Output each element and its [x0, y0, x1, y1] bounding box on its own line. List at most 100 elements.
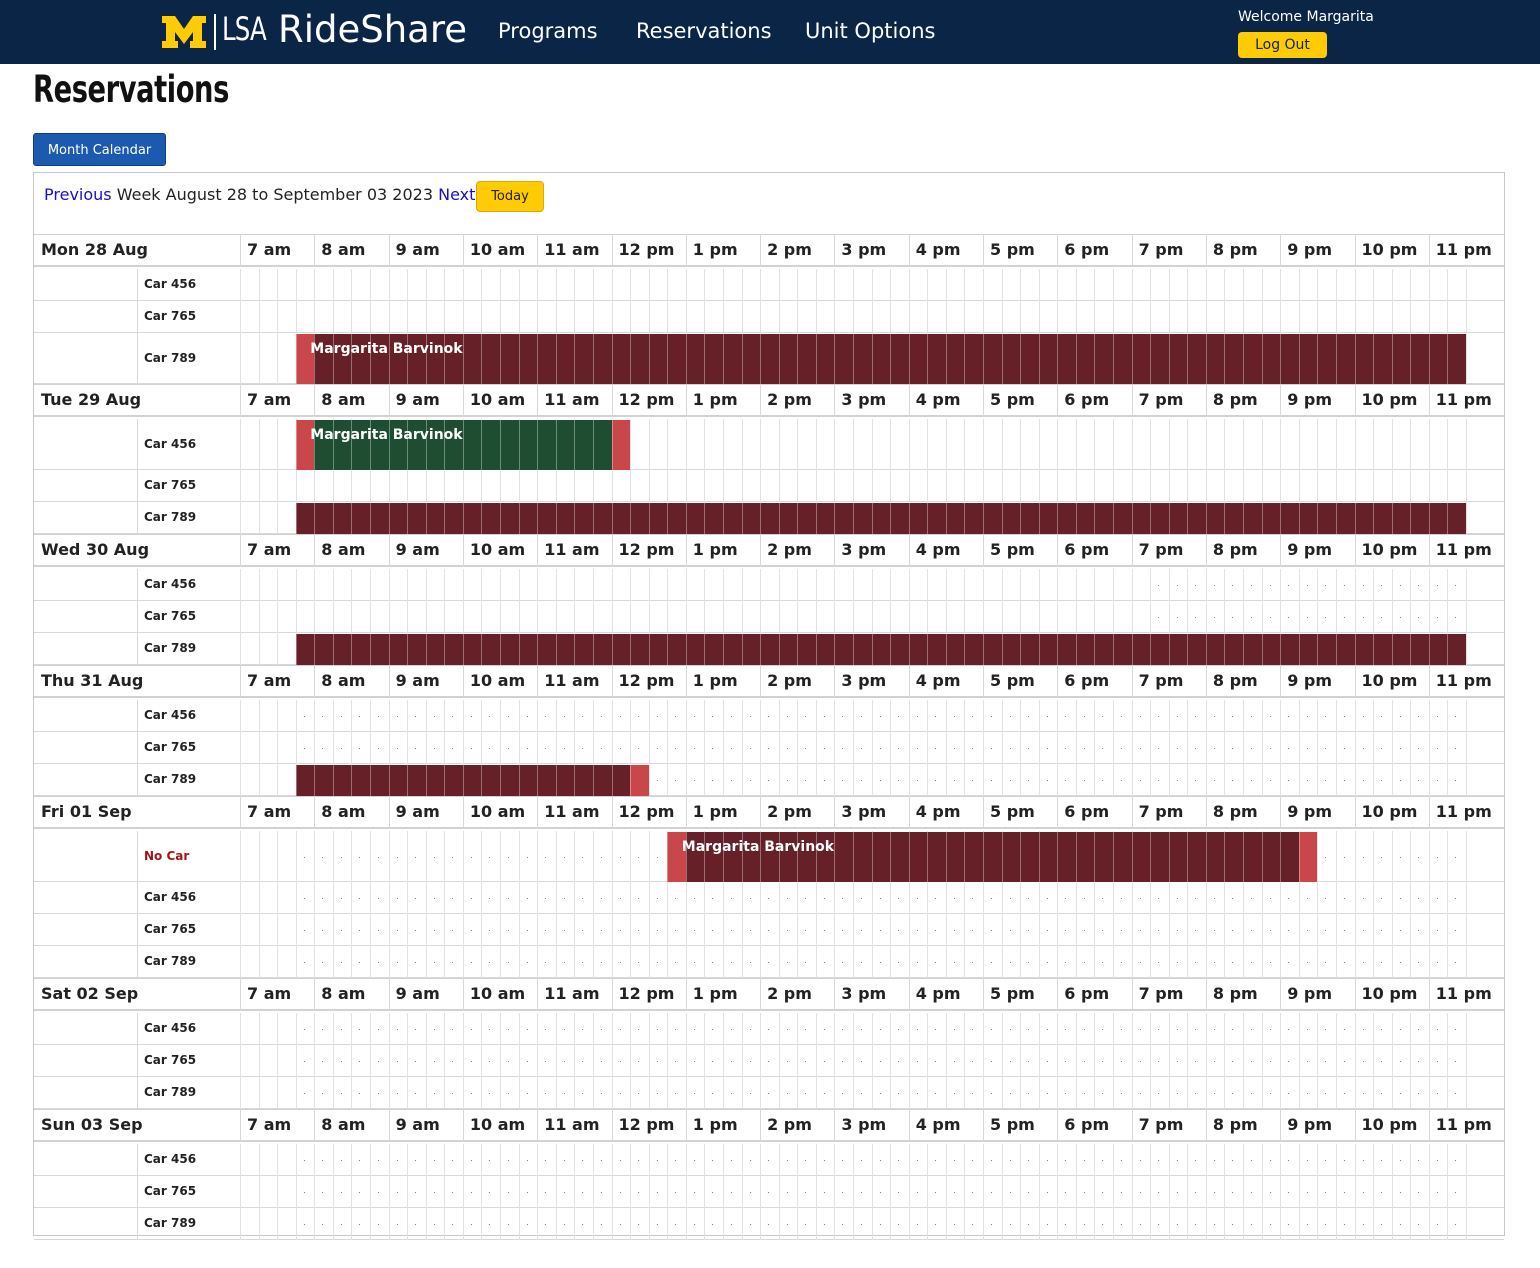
time-slot[interactable] — [444, 1176, 463, 1208]
time-slot[interactable] — [1150, 301, 1169, 333]
time-slot[interactable] — [1391, 1045, 1411, 1077]
time-slot[interactable] — [277, 601, 296, 633]
time-slot[interactable] — [1187, 914, 1206, 946]
reservation-slot[interactable] — [1224, 503, 1244, 534]
time-slot[interactable] — [778, 601, 798, 633]
time-slot[interactable] — [704, 700, 723, 732]
time-slot[interactable] — [277, 1208, 296, 1240]
time-slot[interactable] — [1447, 1144, 1466, 1176]
time-slot[interactable] — [1168, 419, 1188, 470]
time-slot[interactable] — [574, 569, 593, 601]
time-slot[interactable] — [797, 1045, 816, 1077]
time-slot[interactable] — [555, 1208, 575, 1240]
time-slot[interactable] — [407, 732, 426, 764]
time-slot[interactable] — [1465, 502, 1485, 534]
time-slot[interactable] — [1187, 569, 1206, 601]
time-slot[interactable] — [388, 882, 408, 914]
time-slot[interactable] — [611, 831, 631, 882]
reservation-slot[interactable] — [1354, 634, 1374, 665]
time-slot[interactable] — [1317, 269, 1336, 301]
time-slot[interactable] — [685, 1176, 705, 1208]
time-slot[interactable] — [1391, 914, 1411, 946]
time-slot[interactable] — [1261, 1144, 1281, 1176]
time-slot[interactable] — [370, 882, 389, 914]
time-slot[interactable] — [667, 269, 686, 301]
time-slot[interactable] — [295, 946, 315, 978]
time-slot[interactable] — [760, 732, 779, 764]
reservation-label[interactable]: Margarita Barvinok — [310, 341, 462, 357]
time-slot[interactable] — [425, 946, 445, 978]
time-slot[interactable] — [704, 914, 723, 946]
time-slot[interactable] — [1038, 601, 1058, 633]
time-slot[interactable] — [407, 914, 426, 946]
time-slot[interactable] — [1038, 419, 1058, 470]
reservation-slot[interactable] — [1261, 334, 1281, 384]
time-slot[interactable] — [518, 914, 538, 946]
time-slot[interactable] — [258, 1077, 278, 1109]
time-slot[interactable] — [964, 269, 983, 301]
time-slot[interactable] — [704, 1077, 723, 1109]
time-slot[interactable] — [1205, 470, 1225, 502]
time-slot[interactable] — [611, 1144, 631, 1176]
time-slot[interactable] — [1447, 1208, 1466, 1240]
time-slot[interactable] — [555, 700, 575, 732]
reservation-slot[interactable] — [871, 634, 891, 665]
time-slot[interactable] — [351, 269, 370, 301]
time-slot[interactable] — [1001, 764, 1021, 796]
time-slot[interactable] — [927, 764, 946, 796]
time-slot[interactable] — [332, 569, 352, 601]
time-slot[interactable] — [704, 269, 723, 301]
time-slot[interactable] — [388, 1176, 408, 1208]
time-slot[interactable] — [648, 269, 668, 301]
time-slot[interactable] — [834, 601, 853, 633]
reservation-slot[interactable] — [1168, 334, 1188, 384]
time-slot[interactable] — [555, 269, 575, 301]
time-slot[interactable] — [295, 601, 315, 633]
time-slot[interactable] — [1057, 269, 1076, 301]
time-slot[interactable] — [1150, 1045, 1169, 1077]
time-slot[interactable] — [314, 831, 333, 882]
time-slot[interactable] — [1113, 569, 1132, 601]
time-slot[interactable] — [630, 1077, 649, 1109]
time-slot[interactable] — [462, 1176, 482, 1208]
time-slot[interactable] — [1205, 1208, 1225, 1240]
time-slot[interactable] — [834, 1208, 853, 1240]
time-slot[interactable] — [630, 1208, 649, 1240]
time-slot[interactable] — [760, 914, 779, 946]
reservation-slot[interactable] — [425, 503, 445, 534]
reservation-slot[interactable] — [574, 503, 593, 534]
time-slot[interactable] — [685, 946, 705, 978]
time-slot[interactable] — [1113, 946, 1132, 978]
time-slot[interactable] — [425, 831, 445, 882]
reservation-slot[interactable] — [1094, 503, 1114, 534]
time-slot[interactable] — [537, 732, 556, 764]
reservation-slot[interactable] — [1001, 832, 1021, 882]
time-slot[interactable] — [871, 301, 891, 333]
reservation-slot[interactable] — [871, 503, 891, 534]
time-slot[interactable] — [462, 301, 482, 333]
time-slot[interactable] — [574, 301, 593, 333]
time-slot[interactable] — [1057, 700, 1076, 732]
time-slot[interactable] — [797, 601, 816, 633]
time-slot[interactable] — [648, 700, 668, 732]
time-slot[interactable] — [834, 419, 853, 470]
time-slot[interactable] — [370, 1013, 389, 1045]
time-slot[interactable] — [1224, 569, 1243, 601]
time-slot[interactable] — [1298, 1208, 1318, 1240]
time-slot[interactable] — [1020, 419, 1039, 470]
time-slot[interactable] — [1261, 1077, 1281, 1109]
time-slot[interactable] — [1465, 764, 1485, 796]
time-slot[interactable] — [778, 882, 798, 914]
time-slot[interactable] — [407, 1013, 426, 1045]
time-slot[interactable] — [1410, 1013, 1429, 1045]
time-slot[interactable] — [1428, 831, 1448, 882]
reservation-slot[interactable] — [611, 334, 631, 384]
time-slot[interactable] — [1298, 764, 1318, 796]
time-slot[interactable] — [1391, 1144, 1411, 1176]
time-slot[interactable] — [518, 1176, 538, 1208]
time-slot[interactable] — [1243, 569, 1262, 601]
time-slot[interactable] — [332, 946, 352, 978]
time-slot[interactable] — [1261, 764, 1281, 796]
time-slot[interactable] — [1224, 601, 1243, 633]
time-slot[interactable] — [1465, 470, 1485, 502]
